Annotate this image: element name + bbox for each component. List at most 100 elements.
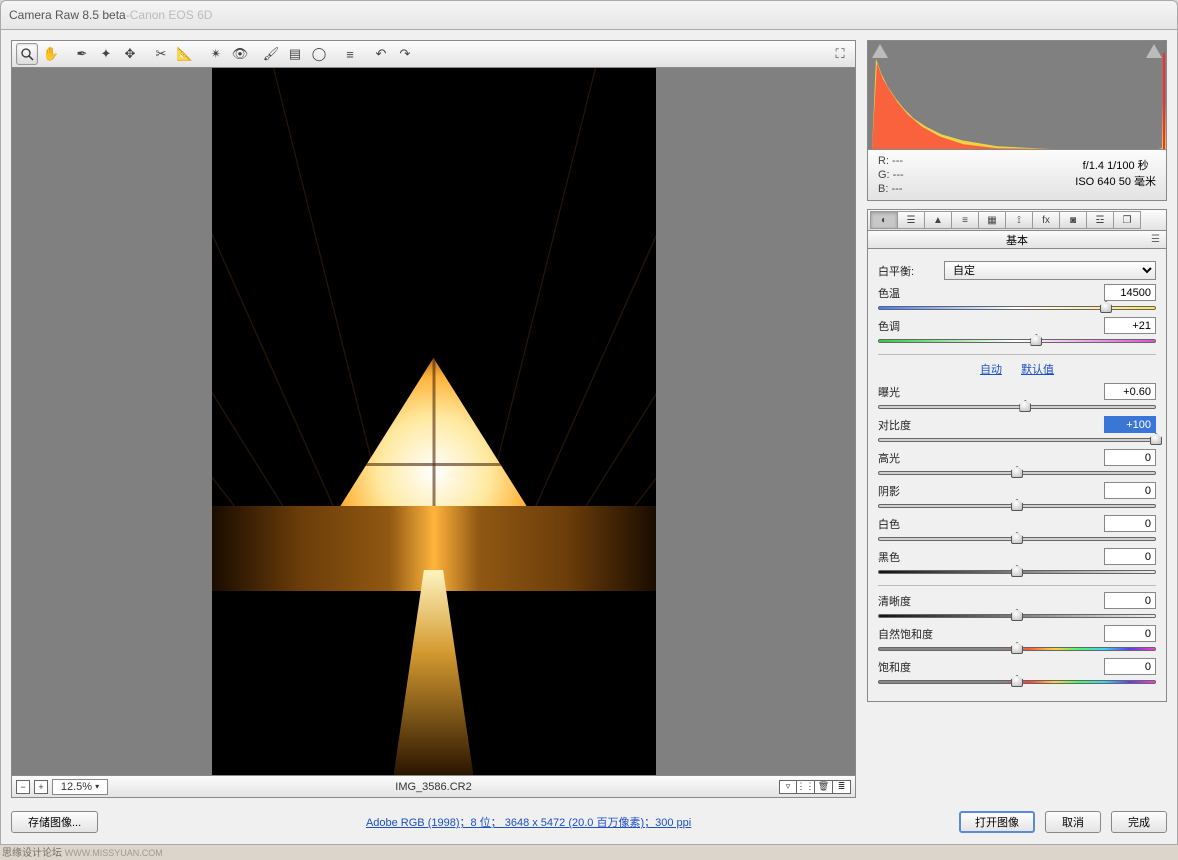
filmstrip-toggle[interactable]: ≣ [833, 780, 851, 794]
panel-title: 基本 [1006, 232, 1028, 248]
trash-button[interactable]: 🗑 [815, 780, 833, 794]
exif-line1: f/1.4 1/100 秒 [1075, 158, 1156, 174]
rotate-ccw-tool[interactable]: ↶ [370, 43, 392, 65]
tint-label: 色调 [878, 318, 938, 334]
redeye-tool[interactable]: 👁 [229, 43, 251, 65]
fullscreen-toggle[interactable]: ⛶ [829, 43, 851, 65]
vibrance-slider[interactable] [878, 644, 1156, 654]
exif-line2: ISO 640 50 毫米 [1075, 174, 1156, 190]
titlebar: Camera Raw 8.5 beta - Canon EOS 6D [0, 0, 1178, 30]
tint-value[interactable] [1104, 317, 1156, 334]
right-pane: R: --- G: --- B: --- f/1.4 1/100 秒 ISO 6… [867, 40, 1167, 798]
filter-button[interactable]: ▿ [779, 780, 797, 794]
whites-value[interactable] [1104, 515, 1156, 532]
panel-header: 基本 ☰ [867, 231, 1167, 249]
tab-tone-curve[interactable]: ☰ [897, 211, 925, 229]
toolbar: ✋ ✒ ✦ ✥ ✂ 📐 ✴ 👁 🖌 ▤ ◯ ≡ ↶ ↷ ⛶ [11, 40, 856, 68]
whites-slider[interactable] [878, 534, 1156, 544]
wb-label: 白平衡: [878, 263, 938, 279]
done-button[interactable]: 完成 [1111, 811, 1167, 833]
shadows-label: 阴影 [878, 483, 938, 499]
tint-slider[interactable] [878, 336, 1156, 346]
adjustment-brush-tool[interactable]: 🖌 [260, 43, 282, 65]
watermark: 思缘设计论坛 WWW.MISSYUAN.COM [2, 844, 163, 859]
tab-camera-cal[interactable]: ◙ [1059, 211, 1087, 229]
camera-model: Canon EOS 6D [130, 8, 213, 22]
clarity-slider[interactable] [878, 611, 1156, 621]
left-pane: ✋ ✒ ✦ ✥ ✂ 📐 ✴ 👁 🖌 ▤ ◯ ≡ ↶ ↷ ⛶ [11, 40, 856, 798]
open-image-button[interactable]: 打开图像 [959, 811, 1035, 833]
tab-presets[interactable]: ☲ [1086, 211, 1114, 229]
spot-removal-tool[interactable]: ✴ [205, 43, 227, 65]
hand-tool[interactable]: ✋ [40, 43, 62, 65]
zoom-in-button[interactable]: + [34, 780, 48, 794]
saturation-value[interactable] [1104, 658, 1156, 675]
zoom-level[interactable]: 12.5%▾ [52, 779, 108, 795]
panel-menu-icon[interactable]: ☰ [1151, 234, 1160, 245]
window-body: ✋ ✒ ✦ ✥ ✂ 📐 ✴ 👁 🖌 ▤ ◯ ≡ ↶ ↷ ⛶ [1, 30, 1177, 844]
wb-eyedropper-tool[interactable]: ✒ [71, 43, 93, 65]
highlights-slider[interactable] [878, 468, 1156, 478]
wb-combo[interactable]: 自定 [944, 261, 1156, 280]
vibrance-value[interactable] [1104, 625, 1156, 642]
temp-label: 色温 [878, 285, 938, 301]
blacks-slider[interactable] [878, 567, 1156, 577]
shadows-value[interactable] [1104, 482, 1156, 499]
shadows-slider[interactable] [878, 501, 1156, 511]
vibrance-label: 自然饱和度 [878, 626, 938, 642]
tab-split-toning[interactable]: ▦ [978, 211, 1006, 229]
default-link[interactable]: 默认值 [1021, 364, 1054, 376]
contrast-label: 对比度 [878, 417, 938, 433]
tab-hsl[interactable]: ≡ [951, 211, 979, 229]
saturation-slider[interactable] [878, 677, 1156, 687]
blacks-value[interactable] [1104, 548, 1156, 565]
readout-bar: R: --- G: --- B: --- f/1.4 1/100 秒 ISO 6… [867, 150, 1167, 201]
tab-effects[interactable]: fx [1032, 211, 1060, 229]
contrast-slider[interactable] [878, 435, 1156, 445]
basic-panel: 白平衡: 自定 色温 色调 自动 默认值 曝光 对比度 高光 阴影 白色 [867, 249, 1167, 702]
exposure-label: 曝光 [878, 384, 938, 400]
cancel-button[interactable]: 取消 [1045, 811, 1101, 833]
graduated-filter-tool[interactable]: ▤ [284, 43, 306, 65]
panel-tabs: ◐ ☰ ▲ ≡ ▦ ⟟ fx ◙ ☲ ❐ [867, 209, 1167, 231]
radial-filter-tool[interactable]: ◯ [308, 43, 330, 65]
preferences-tool[interactable]: ≡ [339, 43, 361, 65]
highlights-label: 高光 [878, 450, 938, 466]
app-name: Camera Raw 8.5 beta [9, 8, 126, 22]
auto-link[interactable]: 自动 [980, 364, 1002, 376]
highlights-value[interactable] [1104, 449, 1156, 466]
filename-label: IMG_3586.CR2 [395, 781, 471, 793]
workflow-link[interactable]: Adobe RGB (1998)；8 位； 3648 x 5472 (20.0 … [366, 814, 691, 830]
readout-g: G: --- [878, 168, 904, 182]
straighten-tool[interactable]: 📐 [174, 43, 196, 65]
tab-detail[interactable]: ▲ [924, 211, 952, 229]
tab-basic[interactable]: ◐ [870, 211, 898, 229]
rotate-cw-tool[interactable]: ↷ [394, 43, 416, 65]
preview-statusbar: − + 12.5%▾ IMG_3586.CR2 ▿ ⋮⋮ 🗑 ≣ [11, 776, 856, 798]
exposure-slider[interactable] [878, 402, 1156, 412]
color-sampler-tool[interactable]: ✦ [95, 43, 117, 65]
rating-button[interactable]: ⋮⋮ [797, 780, 815, 794]
targeted-adjust-tool[interactable]: ✥ [119, 43, 141, 65]
bottom-bar: 存储图像... Adobe RGB (1998)；8 位； 3648 x 547… [11, 808, 1167, 836]
photo-canvas [212, 68, 656, 775]
tab-snapshots[interactable]: ❐ [1113, 211, 1141, 229]
temp-slider[interactable] [878, 303, 1156, 313]
save-image-button[interactable]: 存储图像... [11, 811, 98, 833]
saturation-label: 饱和度 [878, 659, 938, 675]
clarity-value[interactable] [1104, 592, 1156, 609]
tab-lens[interactable]: ⟟ [1005, 211, 1033, 229]
readout-r: R: --- [878, 154, 904, 168]
clarity-label: 清晰度 [878, 593, 938, 609]
window: ✋ ✒ ✦ ✥ ✂ 📐 ✴ 👁 🖌 ▤ ◯ ≡ ↶ ↷ ⛶ [0, 30, 1178, 845]
histogram[interactable] [867, 40, 1167, 150]
zoom-tool[interactable] [16, 43, 38, 65]
crop-tool[interactable]: ✂ [150, 43, 172, 65]
contrast-value[interactable] [1104, 416, 1156, 433]
exposure-value[interactable] [1104, 383, 1156, 400]
zoom-out-button[interactable]: − [16, 780, 30, 794]
readout-b: B: --- [878, 182, 904, 196]
image-preview[interactable] [11, 67, 856, 776]
whites-label: 白色 [878, 516, 938, 532]
temp-value[interactable] [1104, 284, 1156, 301]
